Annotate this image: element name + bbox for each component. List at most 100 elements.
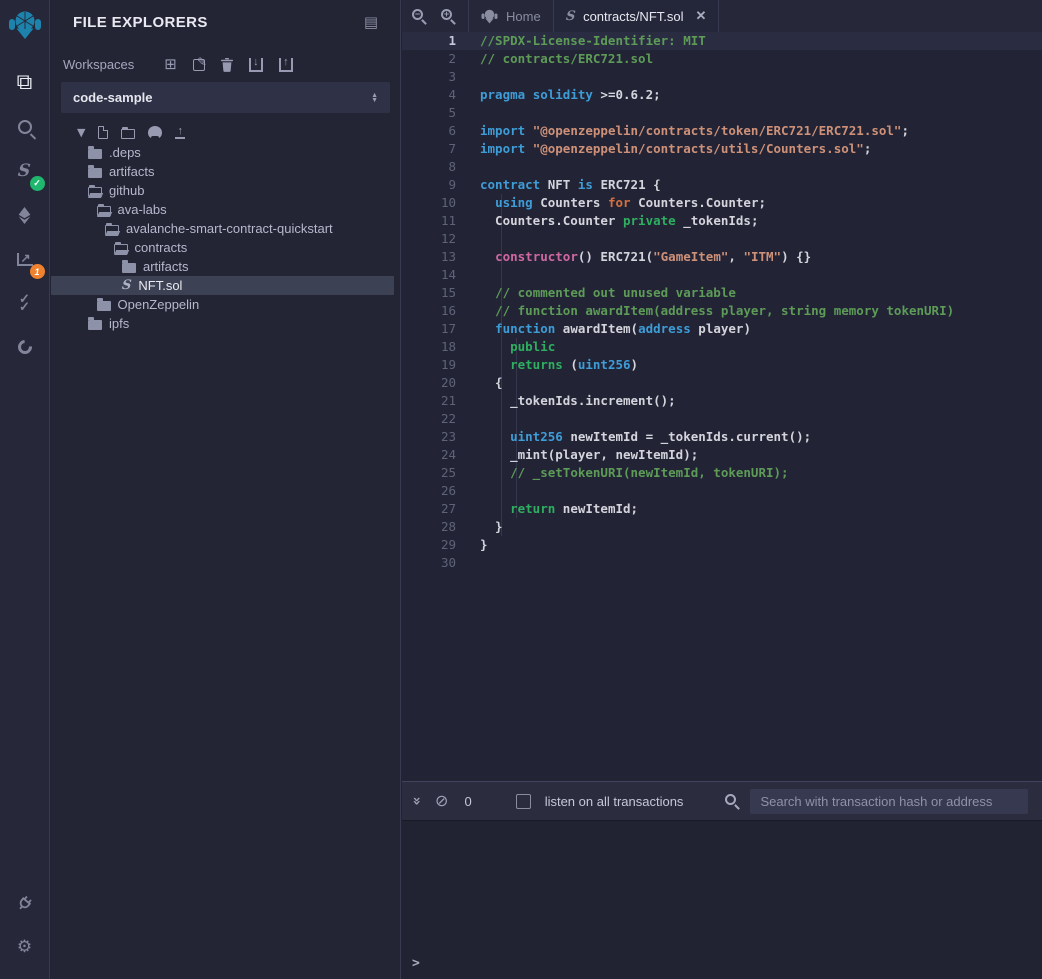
line-number: 30: [402, 554, 480, 572]
listen-label: listen on all transactions: [545, 794, 684, 809]
line-content: import "@openzeppelin/contracts/token/ER…: [480, 122, 909, 140]
workspace-select[interactable]: code-sample ▲▼: [61, 82, 390, 113]
line-content: return newItemId;: [480, 500, 638, 518]
code-line-16[interactable]: 16 // function awardItem(address player,…: [402, 302, 1042, 320]
code-lines: 1//SPDX-License-Identifier: MIT2// contr…: [402, 32, 1042, 572]
code-line-22[interactable]: 22: [402, 410, 1042, 428]
code-line-19[interactable]: 19 returns (uint256): [402, 356, 1042, 374]
sidebar-item-search[interactable]: [0, 105, 50, 149]
tree-item-github[interactable]: github: [51, 181, 394, 200]
tree-item-artifacts[interactable]: artifacts: [51, 257, 394, 276]
code-line-26[interactable]: 26: [402, 482, 1042, 500]
book-icon[interactable]: ▤: [364, 15, 378, 30]
tree-item-label: artifacts: [109, 164, 155, 179]
code-line-30[interactable]: 30: [402, 554, 1042, 572]
tree-item-avalanche-smart-contract-quickstart[interactable]: avalanche-smart-contract-quickstart: [51, 219, 394, 238]
code-editor[interactable]: 1//SPDX-License-Identifier: MIT2// contr…: [402, 32, 1042, 781]
code-line-10[interactable]: 10 using Counters for Counters.Counter;: [402, 194, 1042, 212]
tree-item-ava-labs[interactable]: ava-labs: [51, 200, 394, 219]
expand-terminal-icon[interactable]: »: [410, 796, 424, 805]
line-number: 13: [402, 248, 480, 266]
tree-item-label: ipfs: [109, 316, 129, 331]
download-workspace-icon[interactable]: ↓: [249, 57, 263, 72]
tab-home[interactable]: Home: [468, 0, 553, 32]
tree-item-contracts[interactable]: contracts: [51, 238, 394, 257]
code-line-27[interactable]: 27 return newItemId;: [402, 500, 1042, 518]
terminal-search-input[interactable]: [750, 789, 1028, 814]
upload-file-icon[interactable]: ↑: [175, 125, 185, 139]
code-line-1[interactable]: 1//SPDX-License-Identifier: MIT: [402, 32, 1042, 50]
code-line-7[interactable]: 7import "@openzeppelin/contracts/utils/C…: [402, 140, 1042, 158]
rename-workspace-icon[interactable]: [193, 57, 205, 72]
line-content: _tokenIds.increment();: [480, 392, 676, 410]
code-line-4[interactable]: 4pragma solidity >=0.6.2;: [402, 86, 1042, 104]
zoom-out-icon[interactable]: −: [412, 7, 423, 25]
sidebar-item-analytics[interactable]: ↗1: [0, 237, 50, 281]
zoom-in-icon[interactable]: +: [441, 7, 452, 25]
line-content: import "@openzeppelin/contracts/utils/Co…: [480, 140, 871, 158]
sidebar-item-unit-testing[interactable]: ✓✓: [0, 281, 50, 325]
tree-item-artifacts[interactable]: artifacts: [51, 162, 394, 181]
clone-github-icon[interactable]: [148, 126, 162, 139]
tabs: Home Scontracts/NFT.sol✕: [468, 0, 719, 32]
new-file-icon[interactable]: [98, 126, 108, 139]
delete-workspace-icon[interactable]: [221, 57, 233, 72]
code-line-28[interactable]: 28 }: [402, 518, 1042, 536]
sidebar-item-settings[interactable]: ⚙: [0, 925, 50, 969]
code-line-18[interactable]: 18 public: [402, 338, 1042, 356]
line-number: 2: [402, 50, 480, 68]
analytics-icon: ↗: [17, 253, 33, 266]
sidebar-item-plugin-circle[interactable]: [0, 325, 50, 369]
restore-workspace-icon[interactable]: ↑: [279, 57, 293, 72]
new-folder-icon[interactable]: [121, 126, 135, 139]
code-line-24[interactable]: 24 _mint(player, newItemId);: [402, 446, 1042, 464]
code-line-11[interactable]: 11 Counters.Counter private _tokenIds;: [402, 212, 1042, 230]
file-explorer-icon: ⧉: [17, 72, 33, 94]
sidebar-item-solidity-compiler[interactable]: S✓: [0, 149, 50, 193]
listen-checkbox[interactable]: [516, 794, 531, 809]
clear-console-icon[interactable]: ⊘: [435, 793, 448, 809]
tree-item-nft.sol[interactable]: SNFT.sol: [51, 276, 394, 295]
line-content: // commented out unused variable: [480, 284, 736, 302]
remix-logo[interactable]: [8, 8, 42, 47]
code-line-12[interactable]: 12: [402, 230, 1042, 248]
code-line-2[interactable]: 2// contracts/ERC721.sol: [402, 50, 1042, 68]
folder-icon: [88, 165, 102, 178]
folder-open-icon: [97, 203, 111, 216]
tree-item-openzeppelin[interactable]: OpenZeppelin: [51, 295, 394, 314]
code-line-29[interactable]: 29}: [402, 536, 1042, 554]
code-line-23[interactable]: 23 uint256 newItemId = _tokenIds.current…: [402, 428, 1042, 446]
code-line-3[interactable]: 3: [402, 68, 1042, 86]
line-content: using Counters for Counters.Counter;: [480, 194, 766, 212]
sidebar-item-plugin-manager[interactable]: [0, 881, 50, 925]
tree-item-.deps[interactable]: .deps: [51, 143, 394, 162]
close-icon[interactable]: ✕: [696, 8, 707, 24]
create-workspace-icon[interactable]: ⊞: [164, 57, 177, 72]
code-line-17[interactable]: 17 function awardItem(address player): [402, 320, 1042, 338]
code-line-5[interactable]: 5: [402, 104, 1042, 122]
line-number: 25: [402, 464, 480, 482]
line-number: 5: [402, 104, 480, 122]
tree-item-ipfs[interactable]: ipfs: [51, 314, 394, 333]
code-line-14[interactable]: 14: [402, 266, 1042, 284]
code-line-9[interactable]: 9contract NFT is ERC721 {: [402, 176, 1042, 194]
code-line-13[interactable]: 13 constructor() ERC721("GameItem", "ITM…: [402, 248, 1042, 266]
code-line-25[interactable]: 25 // _setTokenURI(newItemId, tokenURI);: [402, 464, 1042, 482]
tab-label: Home: [506, 9, 541, 24]
workspaces-label: Workspaces: [63, 57, 134, 72]
line-content: {: [480, 374, 503, 392]
tree-item-label: github: [109, 183, 144, 198]
line-number: 29: [402, 536, 480, 554]
tab-contracts-nft-sol[interactable]: Scontracts/NFT.sol✕: [553, 0, 720, 32]
code-line-8[interactable]: 8: [402, 158, 1042, 176]
code-line-15[interactable]: 15 // commented out unused variable: [402, 284, 1042, 302]
workspace-actions: ⊞ ↓ ↑: [164, 57, 293, 72]
collapse-tree-icon[interactable]: ▼: [77, 127, 85, 138]
sidebar-item-file-explorer[interactable]: ⧉: [0, 61, 50, 105]
code-line-6[interactable]: 6import "@openzeppelin/contracts/token/E…: [402, 122, 1042, 140]
terminal-output[interactable]: >: [402, 820, 1042, 979]
code-line-20[interactable]: 20 {: [402, 374, 1042, 392]
sidebar-item-deploy-run[interactable]: [0, 193, 50, 237]
line-number: 16: [402, 302, 480, 320]
code-line-21[interactable]: 21 _tokenIds.increment();: [402, 392, 1042, 410]
